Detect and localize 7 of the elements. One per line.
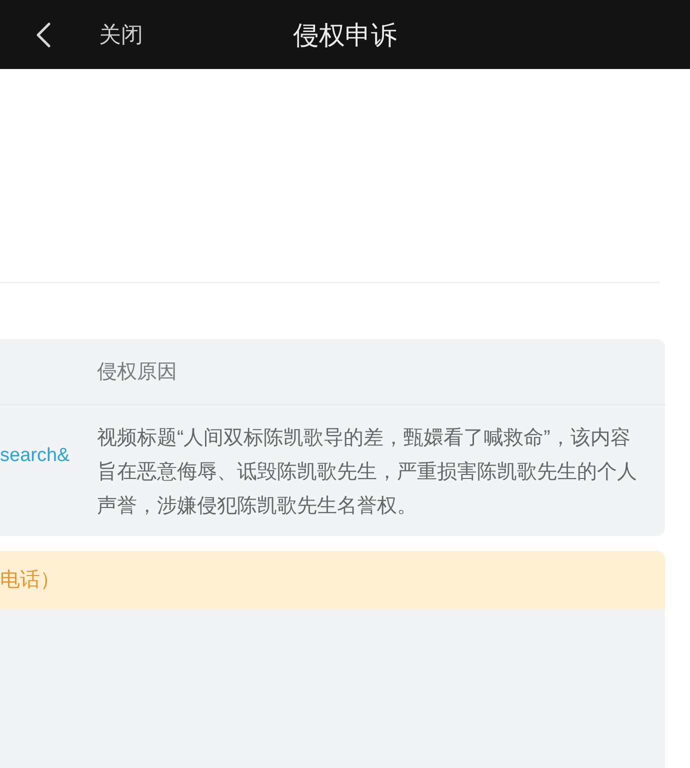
- column-header: 侵权原因: [97, 360, 177, 382]
- back-chevron-icon: [35, 22, 51, 48]
- back-button[interactable]: [35, 22, 51, 48]
- notice-text: 电话）: [0, 568, 60, 593]
- page-title: 侵权申诉: [293, 18, 397, 52]
- close-button[interactable]: 关闭: [99, 20, 143, 50]
- table-cell-text: 视频标题“人间双标陈凯歌导的差，甄嬛看了喊救命”，该内容旨在恶意侮辱、诋毁陈凯歌先生，严重损害陈凯歌先生的个人声誉，涉嫌侵犯陈凯歌先生名誉权。: [97, 426, 638, 519]
